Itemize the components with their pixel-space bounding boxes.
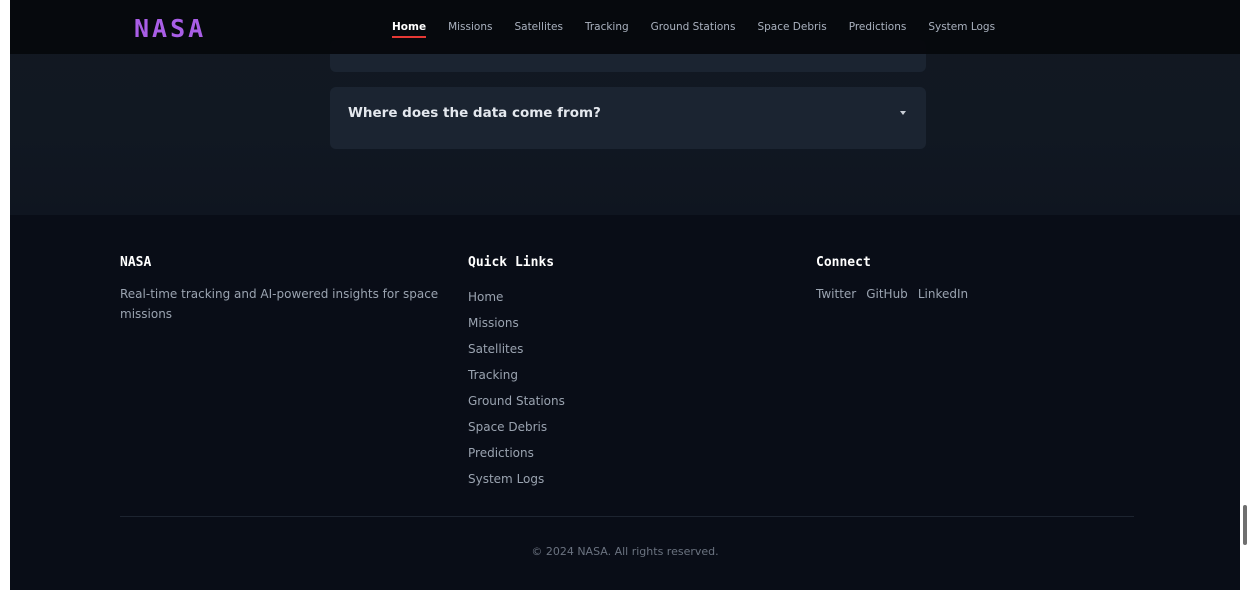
footer-link-system-logs[interactable]: System Logs: [468, 466, 668, 492]
nav-link-space-debris[interactable]: Space Debris: [757, 21, 826, 33]
connect-heading: Connect: [816, 255, 871, 270]
logo[interactable]: NASA: [134, 14, 206, 43]
footer-link-predictions[interactable]: Predictions: [468, 440, 668, 466]
footer-brand: NASA Real-time tracking and AI-powered i…: [120, 255, 450, 324]
nav-link-predictions[interactable]: Predictions: [849, 21, 907, 33]
footer-link-satellites[interactable]: Satellites: [468, 336, 668, 362]
footer-link-ground-stations[interactable]: Ground Stations: [468, 388, 668, 414]
scrollbar-thumb[interactable]: [1243, 505, 1247, 545]
footer-link-tracking[interactable]: Tracking: [468, 362, 668, 388]
nav-link-home[interactable]: Home: [392, 21, 427, 38]
nav-link-missions[interactable]: Missions: [448, 21, 492, 33]
faq-item[interactable]: Where does the data come from?: [330, 87, 926, 149]
footer-link-missions[interactable]: Missions: [468, 310, 668, 336]
navbar: NASA Home Missions Satellites Tracking G…: [10, 0, 1240, 54]
quick-links-list: Home Missions Satellites Tracking Ground…: [468, 284, 668, 492]
connect-links: Twitter GitHub LinkedIn: [816, 284, 1116, 304]
footer-description: Real-time tracking and AI-powered insigh…: [120, 287, 439, 321]
footer-connect: Connect Twitter GitHub LinkedIn: [816, 255, 1116, 304]
nav-link-ground-stations[interactable]: Ground Stations: [651, 21, 736, 33]
quick-links-heading: Quick Links: [468, 255, 555, 270]
footer-divider: [120, 516, 1134, 517]
footer-link-space-debris[interactable]: Space Debris: [468, 414, 668, 440]
nav-links: Home Missions Satellites Tracking Ground…: [392, 0, 1017, 54]
copyright: © 2024 NASA. All rights reserved.: [531, 545, 719, 558]
twitter-link[interactable]: Twitter: [816, 284, 856, 304]
footer: NASA Real-time tracking and AI-powered i…: [10, 215, 1240, 590]
faq-question: Where does the data come from?: [348, 105, 601, 121]
github-link[interactable]: GitHub: [866, 284, 908, 304]
nav-link-system-logs[interactable]: System Logs: [928, 21, 995, 33]
browser-viewport: Where does the data come from? NASA Home…: [10, 0, 1240, 590]
footer-link-home[interactable]: Home: [468, 284, 668, 310]
footer-quick-links: Quick Links Home Missions Satellites Tra…: [468, 255, 668, 492]
nav-link-satellites[interactable]: Satellites: [514, 21, 562, 33]
linkedin-link[interactable]: LinkedIn: [918, 284, 968, 304]
footer-brand-heading: NASA: [120, 255, 152, 270]
nav-link-tracking[interactable]: Tracking: [585, 21, 629, 33]
chevron-down-icon: [900, 111, 906, 115]
